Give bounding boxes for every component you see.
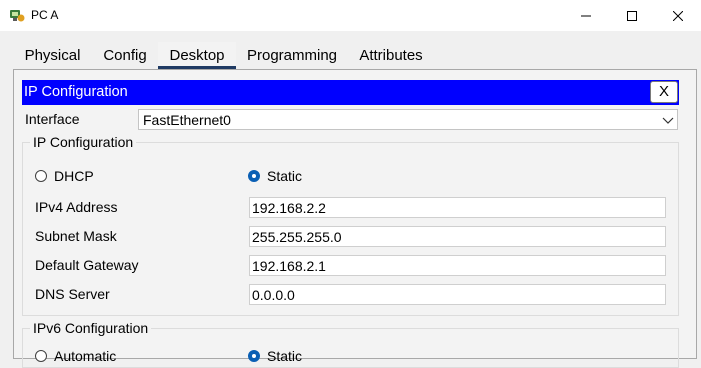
maximize-icon	[627, 10, 637, 21]
static-label: Static	[267, 168, 303, 184]
default-gateway-input[interactable]: 192.168.2.1	[249, 255, 666, 276]
ipv4-address-input[interactable]: 192.168.2.2	[249, 197, 666, 218]
ipv4-address-value: 192.168.2.2	[252, 200, 326, 216]
default-gateway-value: 192.168.2.1	[252, 258, 326, 274]
ip-config-header: IP Configuration	[22, 80, 679, 105]
ipv6-group-title: IPv6 Configuration	[30, 320, 152, 336]
static-radio[interactable]	[248, 170, 260, 182]
subnet-mask-value: 255.255.255.0	[252, 229, 342, 245]
subnet-mask-input[interactable]: 255.255.255.0	[249, 226, 666, 247]
interface-select[interactable]: FastEthernet0	[138, 109, 678, 130]
dns-server-value: 0.0.0.0	[252, 287, 295, 303]
interface-value: FastEthernet0	[143, 112, 231, 128]
minimize-icon	[581, 11, 591, 21]
tab-programming[interactable]: Programming	[236, 42, 348, 70]
tab-config[interactable]: Config	[92, 42, 158, 70]
interface-label: Interface	[25, 111, 80, 127]
close-window-button[interactable]	[655, 0, 701, 31]
dhcp-label: DHCP	[54, 168, 94, 184]
minimize-button[interactable]	[563, 0, 609, 31]
close-ip-config-button[interactable]: X	[650, 81, 678, 103]
window-title: PC A	[31, 8, 59, 22]
subnet-mask-label: Subnet Mask	[35, 228, 117, 244]
ipv6-automatic-label: Automatic	[54, 348, 117, 364]
ipv4-group-title: IP Configuration	[30, 134, 137, 150]
ipv6-automatic-radio[interactable]	[35, 350, 47, 362]
maximize-button[interactable]	[609, 0, 655, 31]
ipv6-static-label: Static	[267, 348, 303, 364]
default-gateway-label: Default Gateway	[35, 257, 139, 273]
app-icon	[9, 7, 25, 23]
chevron-down-icon	[662, 113, 674, 129]
close-icon	[673, 10, 683, 21]
ipv4-address-label: IPv4 Address	[35, 199, 118, 215]
tab-physical[interactable]: Physical	[13, 42, 92, 70]
ipv6-static-radio[interactable]	[248, 350, 260, 362]
dhcp-radio[interactable]	[35, 170, 47, 182]
ip-config-title: IP Configuration	[24, 84, 128, 100]
tab-attributes[interactable]: Attributes	[348, 42, 434, 70]
title-bar: PC A	[0, 0, 701, 31]
dns-server-input[interactable]: 0.0.0.0	[249, 284, 666, 305]
dns-server-label: DNS Server	[35, 286, 110, 302]
